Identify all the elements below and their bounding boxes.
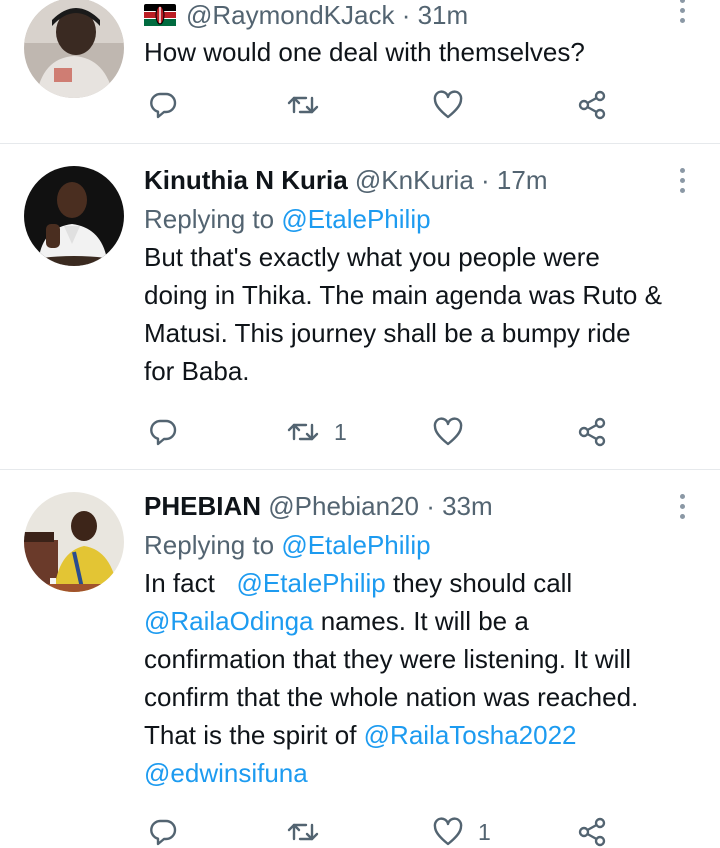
reply-icon: [148, 90, 178, 120]
mention-link[interactable]: @EtalePhilip: [281, 204, 430, 234]
mention-link[interactable]: @RailaOdinga: [144, 606, 313, 636]
text-fragment: they should call: [392, 568, 573, 598]
avatar[interactable]: [24, 0, 124, 98]
reply-button[interactable]: [148, 416, 192, 448]
tweet-phebian20[interactable]: PHEBIAN @Phebian20 · 33m Replying to @Et…: [0, 470, 720, 847]
more-icon[interactable]: [674, 0, 690, 28]
tweet-header: Kinuthia N Kuria @KnKuria · 17m: [144, 162, 680, 198]
text-fragment: In fact: [144, 568, 215, 598]
tweet-header: PHEBIAN @Phebian20 · 33m: [144, 488, 680, 524]
tweet-text-line: @RailaOdinga names. It will be a: [144, 602, 680, 640]
tweet-text-line: That is the spirit of @RailaTosha2022: [144, 716, 680, 754]
tweet-handle[interactable]: @RaymondKJack: [186, 0, 394, 30]
mention-link[interactable]: @RailaTosha2022: [364, 720, 577, 750]
tweet-header: @RaymondKJack · 31m: [144, 0, 680, 33]
retweet-button[interactable]: 1: [286, 416, 347, 448]
more-icon[interactable]: [674, 168, 690, 198]
like-icon: [432, 817, 464, 847]
like-icon: [432, 90, 464, 120]
reply-icon: [148, 417, 178, 447]
share-icon: [576, 416, 608, 448]
retweet-icon: [286, 817, 320, 847]
tweet-text: How would one deal with themselves?: [144, 33, 680, 71]
share-icon: [576, 89, 608, 121]
like-button[interactable]: 1: [432, 816, 491, 848]
more-icon[interactable]: [674, 494, 690, 524]
tweet-text-line: confirm that the whole nation was reache…: [144, 682, 639, 712]
share-button[interactable]: [576, 416, 608, 448]
tweet-text-line: for Baba.: [144, 356, 250, 386]
retweet-button[interactable]: [286, 816, 334, 848]
like-count: 1: [478, 818, 491, 845]
retweet-icon: [286, 417, 320, 447]
tweet-knkuria[interactable]: Kinuthia N Kuria @KnKuria · 17m Replying…: [0, 144, 720, 468]
tweet-actions: [144, 89, 624, 121]
tweet-text: In fact @EtalePhilip they should call @R…: [144, 564, 680, 792]
tweet-actions: 1: [144, 816, 624, 848]
tweet-text-line: @edwinsifuna: [144, 754, 680, 792]
replying-to: Replying to @EtalePhilip: [144, 200, 680, 238]
tweet-text-line: In fact @EtalePhilip they should call: [144, 564, 680, 602]
tweet-time[interactable]: · 31m: [402, 0, 468, 30]
tweet-text-line: confirmation that they were listening. I…: [144, 644, 631, 674]
reply-button[interactable]: [148, 816, 192, 848]
tweet-text: But that's exactly what you people were …: [144, 238, 680, 390]
mention-link[interactable]: @EtalePhilip: [281, 530, 430, 560]
replying-to-label: Replying to: [144, 530, 275, 560]
text-fragment: names. It will be a: [320, 606, 529, 636]
tweet-text-line: But that's exactly what you people were: [144, 242, 600, 272]
like-button[interactable]: [432, 416, 478, 448]
retweet-icon: [286, 90, 320, 120]
tweet-text-line: How would one deal with themselves?: [144, 37, 585, 67]
replying-to-label: Replying to: [144, 204, 275, 234]
tweet-actions: 1: [144, 416, 624, 448]
avatar[interactable]: [24, 492, 124, 592]
display-name[interactable]: PHEBIAN: [144, 491, 261, 521]
share-icon: [576, 816, 608, 848]
reply-button[interactable]: [148, 89, 192, 121]
avatar[interactable]: [24, 166, 124, 266]
kenya-flag-icon: [144, 0, 176, 35]
share-button[interactable]: [576, 89, 608, 121]
share-button[interactable]: [576, 816, 608, 848]
tweet-handle[interactable]: @KnKuria: [355, 165, 474, 195]
text-fragment: That is the spirit of: [144, 720, 357, 750]
retweet-count: 1: [334, 418, 347, 445]
tweet-time[interactable]: · 17m: [481, 165, 547, 195]
tweet-handle[interactable]: @Phebian20: [268, 491, 419, 521]
mention-link[interactable]: @edwinsifuna: [144, 758, 308, 788]
tweet-time[interactable]: · 33m: [426, 491, 492, 521]
like-icon: [432, 417, 464, 447]
tweet-text-line: doing in Thika. The main agenda was Ruto…: [144, 280, 662, 310]
tweet-text-line: Matusi. This journey shall be a bumpy ri…: [144, 318, 631, 348]
tweet-raymondkjack[interactable]: @RaymondKJack · 31m How would one deal w…: [0, 0, 720, 143]
like-button[interactable]: [432, 89, 478, 121]
reply-icon: [148, 817, 178, 847]
replying-to: Replying to @EtalePhilip: [144, 526, 680, 564]
mention-link[interactable]: @EtalePhilip: [237, 568, 386, 598]
retweet-button[interactable]: [286, 89, 334, 121]
display-name[interactable]: Kinuthia N Kuria: [144, 165, 348, 195]
